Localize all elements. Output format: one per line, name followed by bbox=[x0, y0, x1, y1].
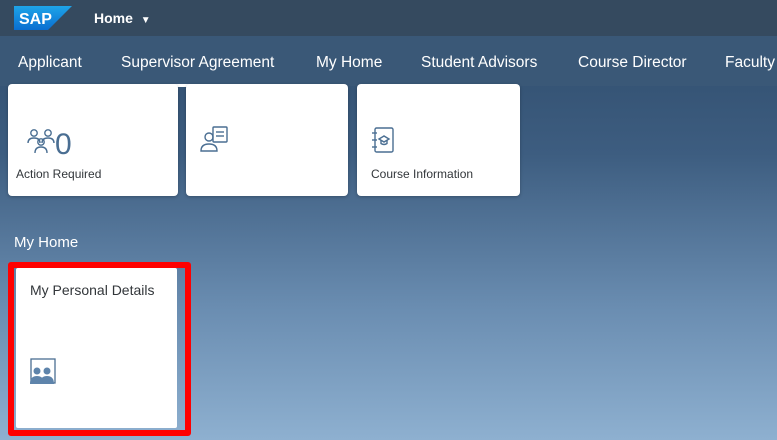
tab-supervisor-agreement[interactable]: Supervisor Agreement bbox=[121, 54, 274, 72]
group-people-icon bbox=[26, 126, 56, 161]
tab-course-director[interactable]: Course Director bbox=[578, 54, 687, 72]
tab-bar: Applicant Supervisor Agreement My Home S… bbox=[0, 36, 777, 86]
chevron-down-icon: ▼ bbox=[140, 15, 151, 26]
svg-text:SAP: SAP bbox=[19, 11, 52, 28]
tab-my-home[interactable]: My Home bbox=[316, 54, 382, 72]
home-menu-button[interactable]: Home ▼ bbox=[94, 10, 151, 26]
tab-applicant[interactable]: Applicant bbox=[18, 54, 82, 72]
action-required-count: 0 bbox=[55, 128, 72, 161]
home-menu-label: Home bbox=[94, 10, 133, 26]
sap-logo[interactable]: SAP bbox=[14, 6, 72, 30]
tile-label-course-information: Course Information bbox=[371, 167, 474, 181]
tab-faculty[interactable]: Faculty bbox=[725, 54, 775, 72]
tile-label-action-required: Action Required bbox=[16, 167, 102, 181]
section-title-my-home: My Home bbox=[14, 234, 79, 251]
person-document-icon bbox=[200, 126, 230, 159]
tab-student-advisors[interactable]: Student Advisors bbox=[421, 54, 537, 72]
highlight-box bbox=[8, 262, 191, 436]
notebook-graduation-icon bbox=[370, 126, 396, 159]
shell-bar: SAP Home ▼ bbox=[0, 0, 777, 36]
